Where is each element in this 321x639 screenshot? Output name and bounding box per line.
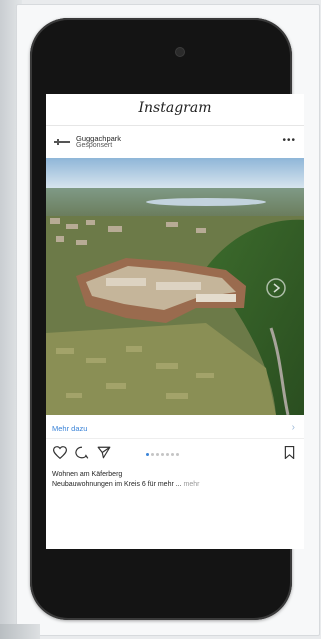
ellipsis-icon[interactable]: ••• — [282, 135, 296, 146]
caption-body: Neubauwohnungen im Kreis 6 für mehr ... … — [52, 480, 300, 490]
carousel-indicator — [146, 453, 181, 471]
heart-icon[interactable] — [52, 446, 68, 464]
post-actions — [46, 444, 304, 464]
caption-text: Neubauwohnungen im Kreis 6 für mehr ... — [52, 480, 182, 488]
corner-strip — [0, 624, 40, 639]
comment-icon[interactable] — [75, 446, 89, 464]
bookmark-icon[interactable] — [284, 446, 295, 464]
carousel-dot — [176, 453, 179, 456]
post-caption: Wohnen am Käferberg Neubauwohnungen im K… — [52, 470, 300, 489]
instagram-logo: Instagram — [138, 100, 212, 116]
learn-more-link[interactable]: Mehr dazu — [52, 424, 87, 433]
learn-more-bar[interactable]: Mehr dazu › — [46, 419, 304, 439]
phone-screen: Instagram Guggachpark Gesponsert ••• Meh… — [46, 94, 304, 549]
instagram-header: Instagram — [46, 94, 304, 126]
caption-title: Wohnen am Käferberg — [52, 471, 123, 478]
post-header: Guggachpark Gesponsert ••• — [46, 128, 304, 158]
carousel-dot — [161, 453, 164, 456]
carousel-dot — [151, 453, 154, 456]
sponsored-label: Gesponsert — [76, 142, 113, 149]
post-image[interactable] — [46, 158, 304, 415]
account-avatar[interactable] — [54, 138, 70, 146]
chevron-right-icon: › — [291, 422, 295, 433]
share-icon[interactable] — [97, 446, 111, 464]
carousel-dot — [146, 453, 149, 456]
carousel-dot — [166, 453, 169, 456]
carousel-dot — [156, 453, 159, 456]
carousel-dot — [171, 453, 174, 456]
caption-more-link[interactable]: mehr — [184, 481, 200, 488]
front-camera — [175, 47, 185, 57]
